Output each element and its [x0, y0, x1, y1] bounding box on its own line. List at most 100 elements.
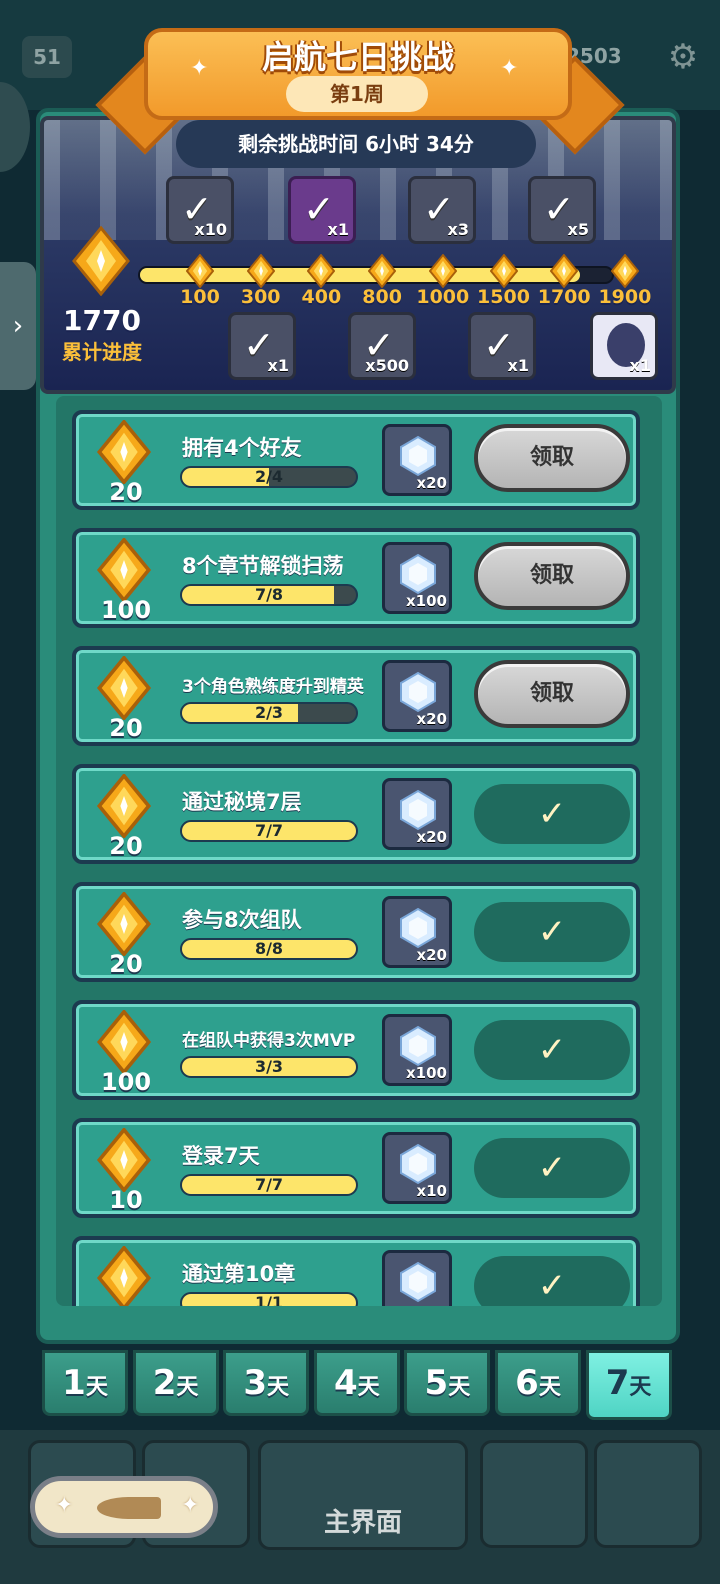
side-expand-tab[interactable]: › — [0, 262, 36, 390]
points-gem-icon — [72, 226, 130, 296]
reward-count: x100 — [406, 1064, 447, 1082]
task-reward-box[interactable]: x100 — [382, 1014, 452, 1086]
milestone-gem-icon — [307, 253, 336, 289]
milestone-reward-chest[interactable]: x1 — [590, 312, 658, 380]
diamond-icon — [399, 789, 437, 831]
diamond-icon — [399, 1143, 437, 1185]
milestone-reward-chest[interactable]: ✓ x1 — [288, 176, 356, 244]
day-unit: 天 — [85, 1375, 108, 1400]
milestone-gem-icon — [489, 253, 518, 289]
task-row: 20 3个角色熟练度升到精英 2/3 x20 领取 — [72, 646, 640, 746]
reward-count: x1 — [327, 220, 349, 239]
total-points-label: 累计进度 — [62, 340, 142, 364]
day-number: 7 — [605, 1363, 630, 1403]
time-remaining: 剩余挑战时间 6小时 34分 — [176, 120, 536, 168]
reward-count: x10 — [194, 220, 227, 239]
task-name: 登录7天 — [182, 1144, 260, 1168]
task-row: 100 在组队中获得3次MVP 3/3 x100 ✓ — [72, 1000, 640, 1100]
nav-skill-button[interactable] — [480, 1440, 588, 1548]
task-row: 通过第10章 1/1 ✓ — [72, 1236, 640, 1306]
milestone-gem-icon — [428, 253, 458, 289]
task-reward-box[interactable]: x100 — [382, 542, 452, 614]
milestone-label: 1700 — [537, 286, 591, 308]
day-tab-1[interactable]: 1天 — [42, 1350, 128, 1416]
reward-count: x500 — [365, 356, 409, 375]
completed-check-button: ✓ — [474, 784, 630, 844]
milestone-reward-chest[interactable]: ✓ x1 — [228, 312, 296, 380]
task-progress-text: 7/7 — [254, 1175, 284, 1194]
milestone-reward-chest[interactable]: ✓ x500 — [348, 312, 416, 380]
day-tab-3[interactable]: 3天 — [223, 1350, 310, 1416]
diamond-icon — [399, 435, 437, 477]
milestone-reward-chest[interactable]: ✓ x5 — [528, 176, 596, 244]
player-level-badge: 51 — [22, 36, 72, 78]
sparkle-icon: ✦ — [500, 56, 519, 81]
milestone-gem-icon — [610, 253, 640, 289]
task-progress-bar: 2/3 — [180, 702, 358, 724]
day-tab-6[interactable]: 6天 — [495, 1350, 581, 1416]
task-row: 20 拥有4个好友 2/4 x20 领取 — [72, 410, 640, 510]
points-gem-icon — [96, 1126, 152, 1194]
milestone-reward-chest[interactable]: ✓ x3 — [408, 176, 476, 244]
task-name: 在组队中获得3次MVP — [182, 1031, 356, 1051]
task-row: 10 登录7天 7/7 x10 ✓ — [72, 1118, 640, 1218]
task-points: 10 — [109, 1186, 143, 1214]
task-name: 拥有4个好友 — [182, 436, 302, 460]
day-unit: 天 — [357, 1375, 380, 1400]
milestone-reward-chest[interactable]: ✓ x1 — [468, 312, 536, 380]
points-gem-icon — [96, 1244, 152, 1306]
claim-button[interactable]: 领取 — [474, 660, 630, 728]
milestone-reward-chest[interactable]: ✓ x10 — [166, 176, 234, 244]
task-name: 通过第10章 — [182, 1262, 296, 1286]
task-reward-box[interactable]: x20 — [382, 660, 452, 732]
task-points: 20 — [109, 950, 143, 978]
day-tab-5[interactable]: 5天 — [404, 1350, 491, 1416]
points-gem-icon — [96, 536, 152, 604]
day-number: 5 — [424, 1363, 449, 1403]
week-label: 第1周 — [286, 76, 428, 112]
task-progress-bar: 8/8 — [180, 938, 358, 960]
milestone-label: 100 — [180, 286, 220, 308]
task-name: 通过秘境7层 — [182, 790, 302, 814]
day-unit: 天 — [629, 1375, 652, 1400]
nav-guild-button[interactable] — [594, 1440, 702, 1548]
day-tab-7[interactable]: 7天 — [585, 1350, 672, 1420]
check-icon: ✓ — [537, 794, 567, 834]
day-unit: 天 — [176, 1375, 199, 1400]
task-progress-bar: 3/3 — [180, 1056, 358, 1078]
task-progress-text: 7/7 — [254, 821, 284, 840]
claim-button[interactable]: 领取 — [474, 424, 630, 492]
sparkle-icon: ✦ — [181, 1493, 200, 1518]
task-points: 100 — [100, 1068, 152, 1096]
task-list[interactable]: 20 拥有4个好友 2/4 x20 领取 100 8个章节解锁扫荡 7/8 x100 领取 20 3个… — [56, 396, 662, 1306]
task-name: 3个角色熟练度升到精英 — [182, 677, 364, 697]
task-reward-box[interactable] — [382, 1250, 452, 1306]
diamond-icon — [399, 907, 437, 949]
reward-count: x20 — [416, 474, 447, 492]
task-points: 20 — [109, 832, 143, 860]
check-icon: ✓ — [537, 1266, 567, 1306]
gear-icon[interactable]: ⚙ — [664, 38, 702, 76]
task-row: 100 8个章节解锁扫荡 7/8 x100 领取 — [72, 528, 640, 628]
day-tab-4[interactable]: 4天 — [313, 1350, 400, 1416]
nav-main-label: 主界面 — [323, 1508, 402, 1538]
day-number: 1 — [62, 1363, 86, 1403]
milestone-label: 1900 — [598, 286, 652, 308]
task-name: 8个章节解锁扫荡 — [182, 554, 344, 578]
task-name: 参与8次组队 — [182, 908, 302, 932]
task-points: 20 — [109, 714, 143, 742]
task-reward-box[interactable]: x10 — [382, 1132, 452, 1204]
claim-button[interactable]: 领取 — [474, 542, 630, 610]
milestone-label: 1500 — [477, 286, 530, 308]
task-reward-box[interactable]: x20 — [382, 896, 452, 968]
task-reward-box[interactable]: x20 — [382, 424, 452, 496]
day-tab-2[interactable]: 2天 — [132, 1350, 219, 1416]
task-reward-box[interactable]: x20 — [382, 778, 452, 850]
task-progress-text: 7/8 — [254, 585, 284, 604]
completed-check-button: ✓ — [474, 1138, 630, 1198]
back-button[interactable]: ✦ ✦ — [30, 1476, 218, 1538]
task-progress-bar: 7/8 — [180, 584, 358, 606]
check-icon: ✓ — [537, 1030, 567, 1070]
task-progress-text: 3/3 — [254, 1057, 284, 1076]
task-row: 20 通过秘境7层 7/7 x20 ✓ — [72, 764, 640, 864]
